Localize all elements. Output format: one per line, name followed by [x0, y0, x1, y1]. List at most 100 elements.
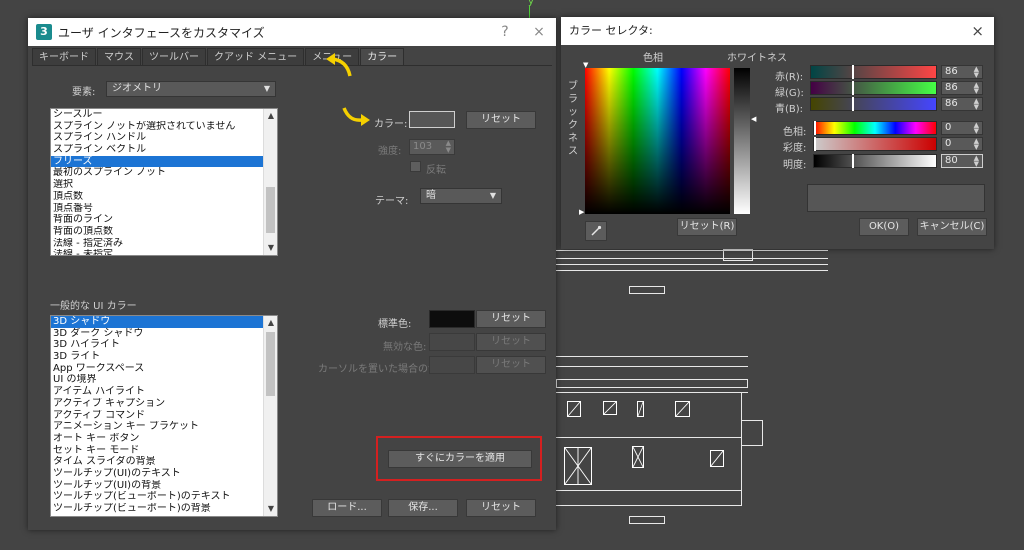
saturation-slider[interactable] [813, 137, 937, 151]
save-button[interactable]: 保存... [388, 499, 458, 517]
element-dropdown[interactable]: ジオメトリ ▼ [106, 81, 276, 97]
theme-dropdown-value: 暗 [426, 190, 436, 201]
help-button[interactable]: ? [488, 18, 522, 46]
color-reset-button[interactable]: リセット [466, 111, 536, 129]
scroll-thumb[interactable] [266, 187, 275, 233]
drawing-line [556, 270, 828, 271]
list-item[interactable]: 選択 [51, 179, 277, 191]
red-value-field[interactable]: 86 ▲ ▼ [941, 65, 983, 79]
list-item[interactable]: オート キー ボタン [51, 433, 277, 445]
hue-value-field[interactable]: 0 ▲ ▼ [941, 121, 983, 135]
list-item[interactable]: アニメーション キー ブラケット [51, 421, 277, 433]
invert-checkbox[interactable] [410, 161, 421, 172]
scroll-up-icon[interactable]: ▲ [264, 316, 277, 330]
scroll-down-icon[interactable]: ▼ [264, 502, 277, 516]
scroll-thumb[interactable] [266, 332, 275, 396]
list-item[interactable]: スプライン ベクトル [51, 144, 277, 156]
blue-slider-marker[interactable] [852, 97, 854, 111]
hue-slider-marker[interactable] [814, 121, 816, 135]
hue-slider[interactable] [813, 121, 937, 135]
standard-color-reset-button[interactable]: リセット [476, 310, 546, 328]
spinner-arrows-icon[interactable]: ▲ ▼ [974, 138, 979, 151]
list-item[interactable]: セット キー モード [51, 445, 277, 457]
ui-list-scrollbar[interactable]: ▲ ▼ [263, 316, 277, 516]
ui-color-listbox[interactable]: 3D シャドウ 3D ダーク シャドウ 3D ハイライト 3D ライト App ワークス… [50, 315, 278, 517]
spinner-arrows-icon[interactable]: ▲ ▼ [974, 155, 979, 168]
list-item[interactable]: ツールチップ(UI)のテキスト [51, 468, 277, 480]
list-item[interactable]: 3D ハイライト [51, 339, 277, 351]
list-item[interactable]: 最初のスプライン ノット [51, 167, 277, 179]
value-slider-marker[interactable] [852, 154, 854, 168]
list-item[interactable]: ツールチップ(ビューポート)の背景 [51, 503, 277, 515]
close-button[interactable]: × [522, 18, 556, 46]
spinner-arrows-icon[interactable]: ▲ ▼ [974, 98, 979, 111]
list-item[interactable]: 法線 - 未指定 [51, 249, 277, 255]
window-symbol [603, 401, 617, 415]
list-item[interactable]: スプライン ハンドル [51, 132, 277, 144]
list-item[interactable]: ツールチップ(UI)の背景 [51, 480, 277, 492]
color-swatch[interactable] [409, 111, 455, 128]
cancel-button[interactable]: キャンセル(C) [917, 218, 987, 236]
tab-keyboard[interactable]: キーボード [32, 48, 96, 66]
red-slider-marker[interactable] [852, 65, 854, 79]
list-item[interactable]: 頂点数 [51, 191, 277, 203]
spinner-arrows-icon[interactable]: ▲ ▼ [974, 66, 979, 79]
load-button[interactable]: ロード... [312, 499, 382, 517]
color-selector-reset-button[interactable]: リセット(R) [677, 218, 737, 236]
intensity-spinner[interactable]: 103 ▲ ▼ [409, 139, 455, 155]
blue-value-field[interactable]: 86 ▲ ▼ [941, 97, 983, 111]
element-listbox[interactable]: シースルー スプライン ノットが選択されていません スプライン ハンドル スプライン … [50, 108, 278, 256]
color-selector-close-button[interactable]: × [971, 17, 984, 45]
list-item[interactable]: UI の境界 [51, 374, 277, 386]
scroll-down-icon[interactable]: ▼ [264, 241, 277, 255]
drawing-line [556, 264, 828, 265]
green-slider-marker[interactable] [852, 81, 854, 95]
list-item[interactable]: 法線 - 指定済み [51, 238, 277, 250]
tab-color[interactable]: カラー [360, 48, 405, 66]
reset-all-button[interactable]: リセット [466, 499, 536, 517]
tab-quad-menu[interactable]: クアッド メニュー [207, 48, 305, 66]
list-item[interactable]: スプライン ノットが選択されていません [51, 121, 277, 133]
tab-mouse[interactable]: マウス [97, 48, 141, 66]
scroll-up-icon[interactable]: ▲ [264, 109, 277, 123]
green-slider[interactable] [810, 81, 937, 95]
value-slider[interactable] [813, 154, 937, 168]
list-item[interactable]: ツールチップ(ビューポート)のテキスト [51, 491, 277, 503]
tab-toolbar[interactable]: ツールバー [142, 48, 206, 66]
spinner-arrows-icon[interactable]: ▲ ▼ [446, 140, 451, 154]
standard-color-swatch[interactable] [429, 310, 475, 328]
eyedropper-button[interactable] [585, 221, 607, 241]
whiteness-slider[interactable] [734, 68, 750, 214]
apply-colors-now-button[interactable]: すぐにカラーを適用 [388, 450, 532, 468]
dialog-titlebar[interactable]: 3 ユーザ インタフェースをカスタマイズ ? × [28, 18, 556, 46]
spinner-arrows-icon[interactable]: ▲ ▼ [974, 122, 979, 135]
list-item[interactable]: アクティブ コマンド [51, 410, 277, 422]
list-item[interactable]: フリーズ [51, 155, 277, 168]
list-item[interactable]: アイテム ハイライト [51, 386, 277, 398]
hover-color-reset-button[interactable]: リセット [476, 356, 546, 374]
list-item[interactable]: 3D ライト [51, 351, 277, 363]
list-item[interactable]: 3D ダーク シャドウ [51, 328, 277, 340]
saturation-value-field[interactable]: 0 ▲ ▼ [941, 137, 983, 151]
element-list-scrollbar[interactable]: ▲ ▼ [263, 109, 277, 255]
list-item[interactable]: 3D シャドウ [51, 316, 277, 328]
list-item[interactable]: 頂点番号 [51, 203, 277, 215]
list-item[interactable]: シースルー [51, 109, 277, 121]
hue-blackness-picker[interactable] [585, 68, 730, 214]
list-item[interactable]: アクティブ キャプション [51, 398, 277, 410]
theme-dropdown[interactable]: 暗 ▼ [420, 188, 502, 204]
color-selector-titlebar[interactable]: カラー セレクタ: × [561, 17, 994, 45]
saturation-slider-marker[interactable] [814, 137, 816, 151]
green-value-field[interactable]: 86 ▲ ▼ [941, 81, 983, 95]
window-symbol [637, 401, 644, 417]
value-value-field[interactable]: 80 ▲ ▼ [941, 154, 983, 168]
list-item[interactable]: 背面の頂点数 [51, 226, 277, 238]
red-slider[interactable] [810, 65, 937, 79]
ok-button[interactable]: OK(O) [859, 218, 909, 236]
spinner-arrows-icon[interactable]: ▲ ▼ [974, 82, 979, 95]
disabled-color-reset-button[interactable]: リセット [476, 333, 546, 351]
blue-slider[interactable] [810, 97, 937, 111]
list-item[interactable]: App ワークスペース [51, 363, 277, 375]
list-item[interactable]: 背面のライン [51, 214, 277, 226]
list-item[interactable]: タイム スライダの背景 [51, 456, 277, 468]
